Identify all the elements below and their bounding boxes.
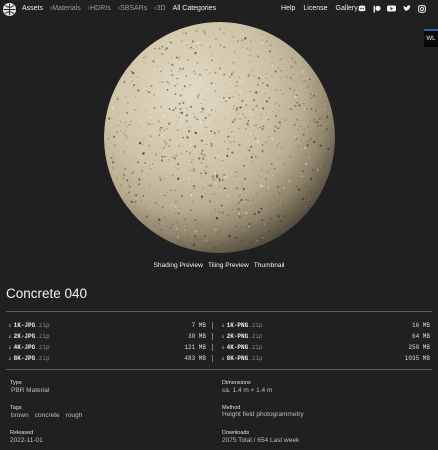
nav-right-links: Help License Gallery <box>281 5 358 12</box>
nav-sbsars-link[interactable]: ›SBSARs <box>118 5 148 12</box>
dimensions-value: ca. 1.4 m × 1.4 m <box>222 387 273 394</box>
tag-rough[interactable]: rough <box>66 412 83 419</box>
download-icon: ⇓ <box>221 332 225 340</box>
download-link-8k-png[interactable]: ⇓ 8K-PNG .zip <box>221 353 263 363</box>
download-icon: ⇓ <box>8 354 12 362</box>
download-size: 64 MB <box>411 333 430 340</box>
type-label: Type <box>10 380 22 386</box>
nav-hdris-link[interactable]: ›HDRIs <box>88 5 111 12</box>
social-links <box>357 4 426 13</box>
download-icon: ⇓ <box>8 321 12 329</box>
discord-icon[interactable] <box>357 4 366 13</box>
instagram-icon[interactable] <box>417 4 426 13</box>
download-icon: ⇓ <box>221 343 225 351</box>
download-link-4k-png[interactable]: ⇓ 4K-PNG .zip <box>221 342 263 352</box>
top-navigation: Assets ›Materials ›HDRIs ›SBSARs ›3D All… <box>0 0 438 18</box>
download-size: 7 MB <box>191 322 206 329</box>
download-icon: ⇓ <box>8 332 12 340</box>
dimensions-label: Dimensions <box>222 380 251 386</box>
downloads-label: Downloads <box>222 430 250 436</box>
download-icon: ⇓ <box>8 343 12 351</box>
download-size: 258 MB <box>408 344 430 351</box>
tab-tiling-preview[interactable]: Tiling Preview <box>208 262 249 269</box>
column-divider <box>212 333 213 340</box>
nav-help-link[interactable]: Help <box>281 5 295 12</box>
column-divider <box>212 344 213 351</box>
released-value: 2022-11-01 <box>10 437 43 444</box>
download-link-1k-jpg[interactable]: ⇓ 1K-JPG .zip <box>8 320 50 330</box>
released-label: Released <box>10 430 34 436</box>
site-logo-icon[interactable] <box>3 3 16 16</box>
download-link-1k-png[interactable]: ⇓ 1K-PNG .zip <box>221 320 263 330</box>
nav-3d-link[interactable]: ›3D <box>154 5 165 12</box>
download-icon: ⇓ <box>221 321 225 329</box>
preview-tabs: Shading Preview Tiling Preview Thumbnail <box>0 262 438 269</box>
download-size: 121 MB <box>184 344 206 351</box>
download-size: 30 MB <box>187 333 206 340</box>
download-size: 483 MB <box>184 355 206 362</box>
nav-materials-link[interactable]: ›Materials <box>50 5 81 12</box>
method-value: Height field photogrammetry <box>222 411 304 418</box>
nav-gallery-link[interactable]: Gallery <box>336 5 358 12</box>
breadcrumb: Assets ›Materials ›HDRIs ›SBSARs ›3D All… <box>22 5 216 12</box>
column-divider <box>212 322 213 329</box>
twitter-icon[interactable] <box>402 4 411 13</box>
download-link-8k-jpg[interactable]: ⇓ 8K-JPG .zip <box>8 353 50 363</box>
tag-concrete[interactable]: concrete <box>35 412 60 419</box>
material-preview-sphere[interactable] <box>104 22 335 253</box>
download-size: 16 MB <box>411 322 430 329</box>
download-link-2k-png[interactable]: ⇓ 2K-PNG .zip <box>221 331 263 341</box>
download-link-2k-jpg[interactable]: ⇓ 2K-JPG .zip <box>8 331 50 341</box>
title-divider <box>6 311 432 312</box>
download-icon: ⇓ <box>221 354 225 362</box>
nav-assets-link[interactable]: Assets <box>22 5 43 12</box>
tab-shading-preview[interactable]: Shading Preview <box>153 262 202 269</box>
downloads-divider <box>6 369 432 370</box>
tag-brown[interactable]: brown <box>11 412 29 419</box>
youtube-icon[interactable] <box>387 4 396 13</box>
download-size: 1035 MB <box>404 355 430 362</box>
downloads-value: 2075 Total / 654 Last week <box>222 437 300 444</box>
nav-license-link[interactable]: License <box>303 5 327 12</box>
side-tab[interactable]: WL <box>424 29 438 47</box>
page-title: Concrete 040 <box>6 286 88 301</box>
tags-label: Tags <box>10 405 22 411</box>
type-value: PBR Material <box>11 387 50 394</box>
column-divider <box>212 355 213 362</box>
tag-list: brown concrete rough <box>11 412 82 419</box>
tab-thumbnail[interactable]: Thumbnail <box>254 262 285 269</box>
nav-all-categories-link[interactable]: All Categories <box>173 5 217 12</box>
patreon-icon[interactable] <box>372 4 381 13</box>
download-link-4k-jpg[interactable]: ⇓ 4K-JPG .zip <box>8 342 50 352</box>
